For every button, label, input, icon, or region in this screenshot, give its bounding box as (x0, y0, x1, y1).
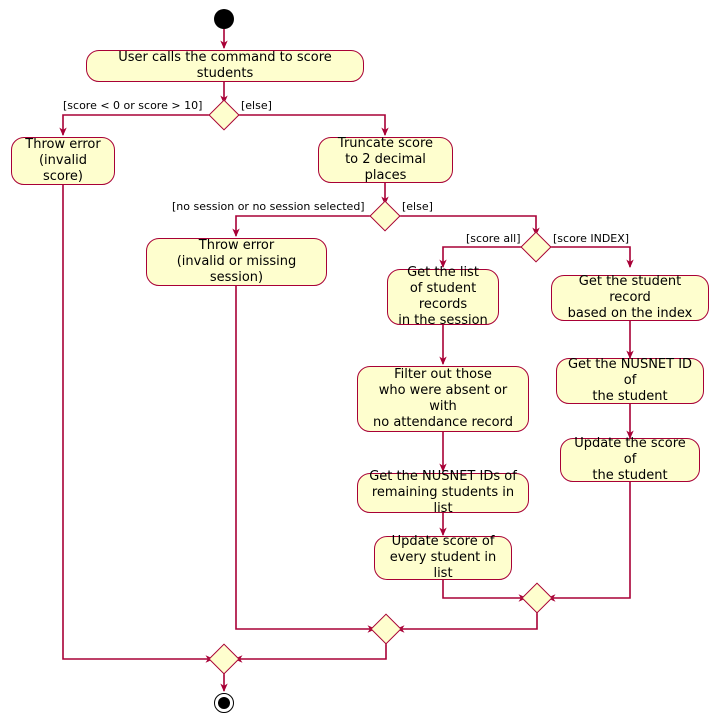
guard-score-out-of-range: [score < 0 or score > 10] (63, 99, 203, 112)
start-node (214, 9, 234, 29)
activity-get-nusnet-ids-remaining[interactable]: Get the NUSNET IDs of remaining students… (357, 469, 529, 516)
activity-get-student-record-by-index[interactable]: Get the student record based on the inde… (551, 274, 709, 321)
activity-get-nusnet-id-single[interactable]: Get the NUSNET ID of the student (556, 357, 704, 404)
activity-throw-error-invalid-score[interactable]: Throw error (invalid score) (11, 137, 115, 185)
activity-update-score-every-student[interactable]: Update score of every student in list (374, 534, 512, 581)
edge-a10-to-m1 (547, 482, 631, 602)
edge-d3-to-a6 (547, 246, 634, 268)
edge-m2-to-m3 (234, 640, 387, 663)
activity-update-score-single[interactable]: Update the score of the student (560, 436, 700, 483)
edge-d1-to-a3 (235, 114, 389, 136)
activity-truncate-score[interactable]: Truncate score to 2 decimal places (318, 136, 453, 183)
activity-user-calls-command[interactable]: User calls the command to score students (86, 50, 364, 82)
guard-score-all: [score all] (466, 232, 521, 245)
activity-throw-error-invalid-session[interactable]: Throw error (invalid or missing session) (146, 238, 327, 286)
activity-diagram: User calls the command to score students… (0, 0, 720, 724)
end-node-inner (218, 697, 230, 709)
edge-m1-to-m2 (396, 609, 538, 633)
activity-filter-absent-students[interactable]: Filter out those who were absent or with… (357, 366, 529, 432)
edge-d1-to-a2 (59, 114, 213, 136)
edge-a11-to-m1 (442, 580, 527, 602)
guard-session-else: [else] (402, 200, 433, 213)
edge-a4-to-m2 (235, 286, 376, 633)
guard-no-session: [no session or no session selected] (172, 200, 365, 213)
guard-score-index: [score INDEX] (553, 232, 630, 245)
edge-d2-to-a4 (232, 215, 374, 237)
guard-score-else: [else] (241, 99, 272, 112)
activity-get-student-records-list[interactable]: Get the list of student records in the s… (387, 265, 499, 328)
edge-d3-to-a5 (439, 246, 525, 268)
